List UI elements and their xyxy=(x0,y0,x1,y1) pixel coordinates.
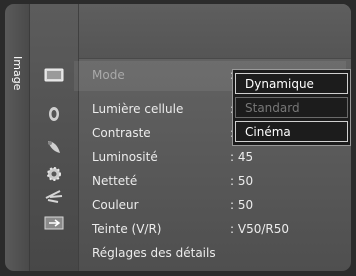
menu-item-sharpness-label[interactable]: Netteté xyxy=(92,174,137,188)
side-tab[interactable]: Image xyxy=(5,4,30,271)
menu-item-detail-settings-label[interactable]: Réglages des détails xyxy=(92,246,216,260)
side-tab-label: Image xyxy=(11,56,24,91)
menu-item-brightness-value: : 45 xyxy=(230,150,254,164)
menu-item-sharpness-value: : 50 xyxy=(230,174,254,188)
satellite-dish-icon[interactable] xyxy=(44,138,64,156)
dropdown-option-dynamic[interactable]: Dynamique xyxy=(235,73,348,94)
dropdown-option-standard: Standard xyxy=(235,97,348,118)
gear-icon[interactable] xyxy=(44,165,64,183)
mode-dropdown[interactable]: Dynamique Standard Cinéma xyxy=(232,69,351,146)
tv-screen-icon[interactable] xyxy=(44,66,64,84)
menu-item-tint-value: : V50/R50 xyxy=(230,222,289,236)
menu-item-mode-label[interactable]: Mode xyxy=(92,68,125,82)
menu-item-tint-label[interactable]: Teinte (V/R) xyxy=(92,222,161,236)
header-band xyxy=(79,4,351,59)
menu-item-color-value: : 50 xyxy=(230,198,254,212)
dropdown-option-cinema[interactable]: Cinéma xyxy=(235,121,348,142)
menu-item-cell-light-label[interactable]: Lumière cellule xyxy=(92,102,183,116)
input-icon[interactable] xyxy=(44,214,64,232)
antenna-icon[interactable] xyxy=(44,187,64,205)
menu-item-contrast-label[interactable]: Contraste xyxy=(92,126,151,140)
menu-item-color-label[interactable]: Couleur xyxy=(92,198,139,212)
bulb-icon[interactable] xyxy=(44,106,64,124)
menu-item-brightness-label[interactable]: Luminosité xyxy=(92,150,158,164)
